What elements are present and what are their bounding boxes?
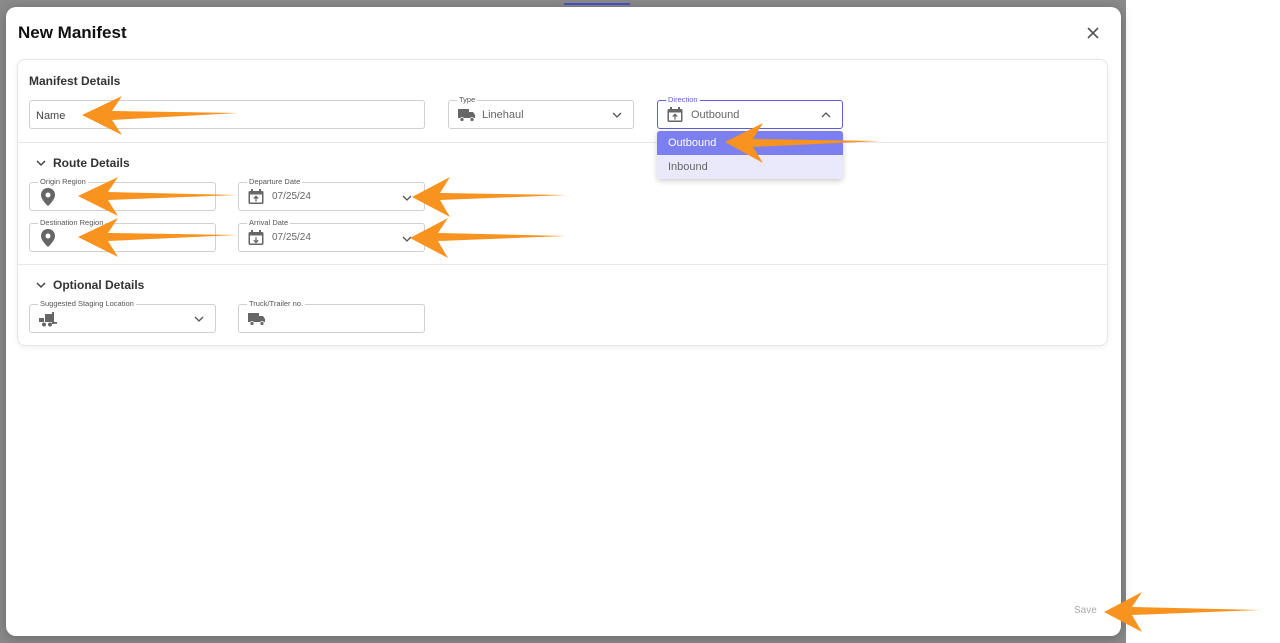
arrow-name-field [82, 96, 238, 135]
arrow-direction-option [725, 123, 880, 163]
annotation-arrows [78, 96, 1260, 632]
arrow-destination-region [78, 218, 237, 257]
arrow-departure-date [412, 177, 567, 217]
arrow-arrival-date [410, 218, 565, 258]
arrow-origin-region [78, 177, 237, 216]
arrow-save-button [1104, 592, 1260, 632]
